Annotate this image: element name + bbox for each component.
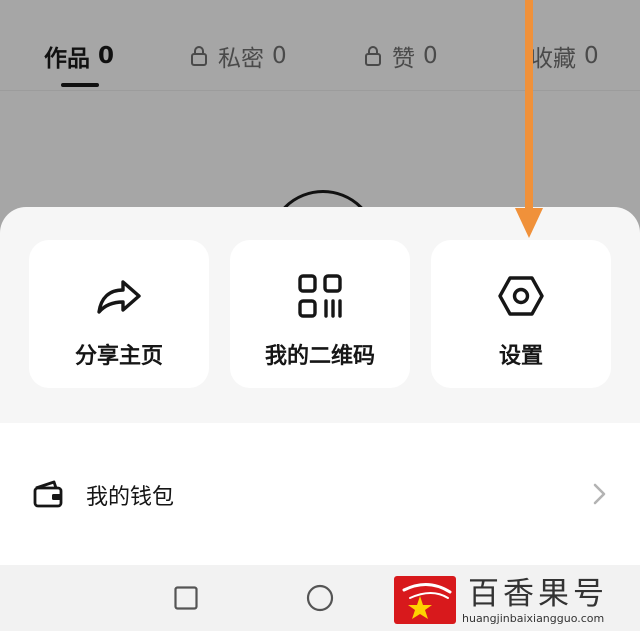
my-qr-code-button[interactable]: 我的二维码	[230, 240, 410, 388]
lock-icon	[365, 46, 381, 66]
tab-count: 0	[98, 43, 115, 69]
active-tab-indicator	[61, 83, 99, 87]
lock-icon	[191, 46, 207, 66]
share-profile-button[interactable]: 分享主页	[29, 240, 209, 388]
tab-count: 0	[423, 43, 438, 69]
qr-code-icon	[298, 274, 342, 318]
home-circle-icon[interactable]	[306, 584, 334, 612]
wallet-icon	[33, 480, 63, 508]
share-arrow-icon	[97, 280, 141, 314]
tab-works[interactable]: 作品 0	[44, 38, 114, 74]
tab-count: 0	[584, 43, 599, 69]
wallet-label: 我的钱包	[86, 485, 175, 510]
my-wallet-row[interactable]: 我的钱包	[0, 423, 640, 565]
chevron-right-icon	[593, 483, 606, 505]
watermark-brand: 百香果号	[468, 576, 608, 612]
tab-count: 0	[272, 43, 287, 69]
profile-tabs: 作品 0 私密 0 赞 0 收藏 0	[0, 0, 640, 91]
action-sheet: 分享主页 我的二维码 设置 我的钱包	[0, 207, 640, 565]
recent-apps-square-icon[interactable]	[174, 586, 198, 610]
tab-private[interactable]: 私密 0	[190, 38, 287, 74]
settings-button[interactable]: 设置	[431, 240, 611, 388]
card-label: 设置	[498, 344, 543, 369]
tab-label: 私密	[218, 46, 264, 72]
watermark-url: huangjinbaixiangguo.com	[462, 612, 605, 625]
watermark-logo-icon	[394, 576, 456, 624]
card-label: 分享主页	[74, 344, 163, 369]
annotation-arrow-icon	[515, 0, 543, 238]
hexagon-gear-icon	[498, 276, 544, 316]
tab-likes[interactable]: 赞 0	[364, 38, 438, 74]
card-label: 我的二维码	[264, 344, 375, 369]
tab-label: 作品	[44, 46, 90, 72]
tab-label: 赞	[392, 46, 415, 72]
